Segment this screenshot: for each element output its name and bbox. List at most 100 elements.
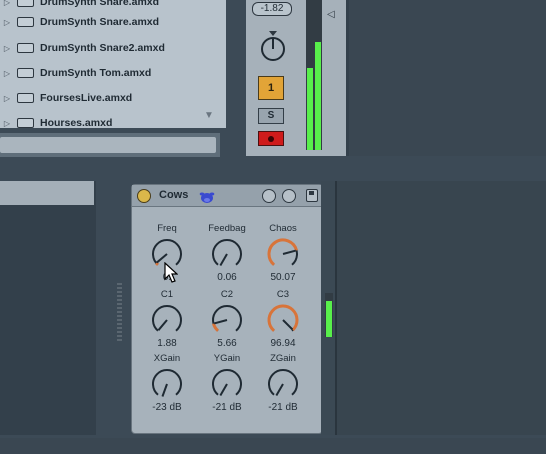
knob-pointer [282, 319, 294, 331]
mouse-cursor-icon [164, 262, 178, 283]
browser-item-label: DrumSynth Tom.amxd [40, 67, 152, 79]
expand-triangle-icon[interactable]: ▷ [0, 44, 14, 53]
knob-track [212, 239, 242, 266]
param-value[interactable]: -21 dB [202, 402, 252, 413]
browser-search-field[interactable] [0, 137, 216, 153]
device-title-bar[interactable]: Cows [132, 185, 322, 207]
knob-value-arc [155, 262, 159, 266]
browser-item-label: DrumSynth Snare2.amxd [40, 42, 165, 54]
param-c2: C2 5.66 [202, 289, 252, 349]
volume-readout[interactable]: -1.82 [252, 2, 292, 16]
param-zgain: ZGain -21 dB [258, 353, 308, 413]
param-knob[interactable] [208, 301, 246, 337]
meter-fill [326, 301, 332, 337]
param-label: Feedbag [208, 223, 246, 234]
device-name: Cows [159, 189, 189, 201]
browser-item[interactable]: ▷ Hourses.amxd [0, 111, 214, 135]
param-feedbag: Feedbag 0.06 [202, 223, 252, 283]
device-power-button[interactable] [137, 189, 151, 203]
param-label: YGain [213, 353, 241, 364]
meter-bar-right [315, 42, 321, 150]
browser-item-label: DrumSynth Snare.amxd [40, 0, 160, 8]
knob-pointer [157, 319, 168, 331]
knob-track [152, 369, 182, 396]
device-cows: Cows Freq0.Feedbag0.06Chaos50.07C11.88C2… [131, 184, 323, 434]
param-label: Freq [157, 223, 177, 234]
param-value[interactable]: 1.88 [142, 338, 192, 349]
level-meter [306, 0, 322, 150]
solo-button[interactable]: S [258, 108, 284, 124]
empty-area [349, 0, 546, 156]
browser-item-label: Hourses.amxd [40, 117, 113, 129]
param-label: C1 [160, 289, 174, 300]
knob-track [152, 305, 182, 332]
param-knob[interactable] [264, 235, 302, 271]
hot-swap-icon[interactable] [262, 189, 276, 203]
expand-triangle-icon[interactable]: ▷ [0, 119, 14, 128]
param-label: ZGain [270, 353, 296, 364]
param-value[interactable]: 5.66 [202, 338, 252, 349]
drop-area[interactable] [335, 181, 546, 435]
expand-triangle-icon[interactable]: ▷ [0, 69, 14, 78]
record-arm-button[interactable] [258, 131, 284, 146]
record-icon [268, 136, 274, 142]
browser-panel: ▷ DrumSynth Snare.amxd ▷ DrumSynth Snare… [0, 0, 226, 129]
track-activator-button[interactable]: 1 [258, 76, 284, 100]
device-file-icon [17, 93, 34, 103]
device-grip-handle[interactable] [117, 283, 122, 343]
device-output-meter [325, 293, 333, 337]
param-value[interactable]: 0.06 [202, 272, 252, 283]
param-knob[interactable] [148, 365, 186, 401]
param-value[interactable]: 96.94 [258, 338, 308, 349]
knob-track [212, 369, 242, 396]
param-label: XGain [153, 353, 181, 364]
left-panel-header [0, 181, 94, 205]
browser-item[interactable]: ▷ DrumSynth Tom.amxd [0, 61, 214, 85]
left-panel [0, 181, 96, 435]
knob-pointer [219, 253, 228, 267]
param-knob[interactable] [208, 365, 246, 401]
browser-item[interactable]: ▷ DrumSynth Snare2.amxd [0, 36, 214, 60]
save-preset-icon[interactable] [306, 189, 318, 202]
expand-triangle-icon[interactable]: ▷ [0, 94, 14, 103]
param-knob[interactable] [208, 235, 246, 271]
param-label: C3 [276, 289, 290, 300]
browser-item-label: DrumSynth Snare.amxd [40, 16, 160, 28]
knob-track [212, 305, 242, 332]
device-file-icon [17, 118, 34, 128]
expand-triangle-icon[interactable]: ▷ [0, 0, 14, 7]
browser-item[interactable]: ▷ FoursesLive.amxd [0, 86, 214, 110]
browser-item-label: FoursesLive.amxd [40, 92, 133, 104]
browser-item[interactable]: ▷ DrumSynth Snare.amxd [0, 10, 214, 34]
param-c1: C1 1.88 [142, 289, 192, 349]
device-file-icon [17, 0, 34, 7]
param-value[interactable]: 50.07 [258, 272, 308, 283]
param-chaos: Chaos 50.07 [258, 223, 308, 283]
device-file-icon [17, 17, 34, 27]
pan-knob[interactable] [258, 31, 288, 63]
knob-value-arc [267, 304, 299, 332]
knob-pointer [219, 383, 228, 397]
knob-pointer [213, 319, 228, 325]
knob-pointer [282, 249, 297, 255]
cow-icon [199, 192, 215, 203]
param-value[interactable]: -21 dB [258, 402, 308, 413]
edit-device-icon[interactable] [282, 189, 296, 203]
param-knob[interactable] [264, 301, 302, 337]
scroll-down-icon[interactable]: ▼ [204, 110, 214, 121]
mixer-channel: -1.82 1 S ◁ [246, 0, 346, 156]
param-value[interactable]: -23 dB [142, 402, 192, 413]
param-ygain: YGain -21 dB [202, 353, 252, 413]
device-file-icon [17, 68, 34, 78]
expand-triangle-icon[interactable]: ▷ [0, 18, 14, 27]
param-knob[interactable] [264, 365, 302, 401]
param-knob[interactable] [148, 301, 186, 337]
status-bar [0, 438, 546, 454]
param-xgain: XGain -23 dB [142, 353, 192, 413]
fader-handle-icon[interactable]: ◁ [327, 9, 335, 20]
knob-track [268, 369, 298, 396]
knob-pointer [161, 383, 168, 397]
param-c3: C3 96.94 [258, 289, 308, 349]
device-file-icon [17, 43, 34, 53]
knob-pointer [275, 383, 284, 397]
